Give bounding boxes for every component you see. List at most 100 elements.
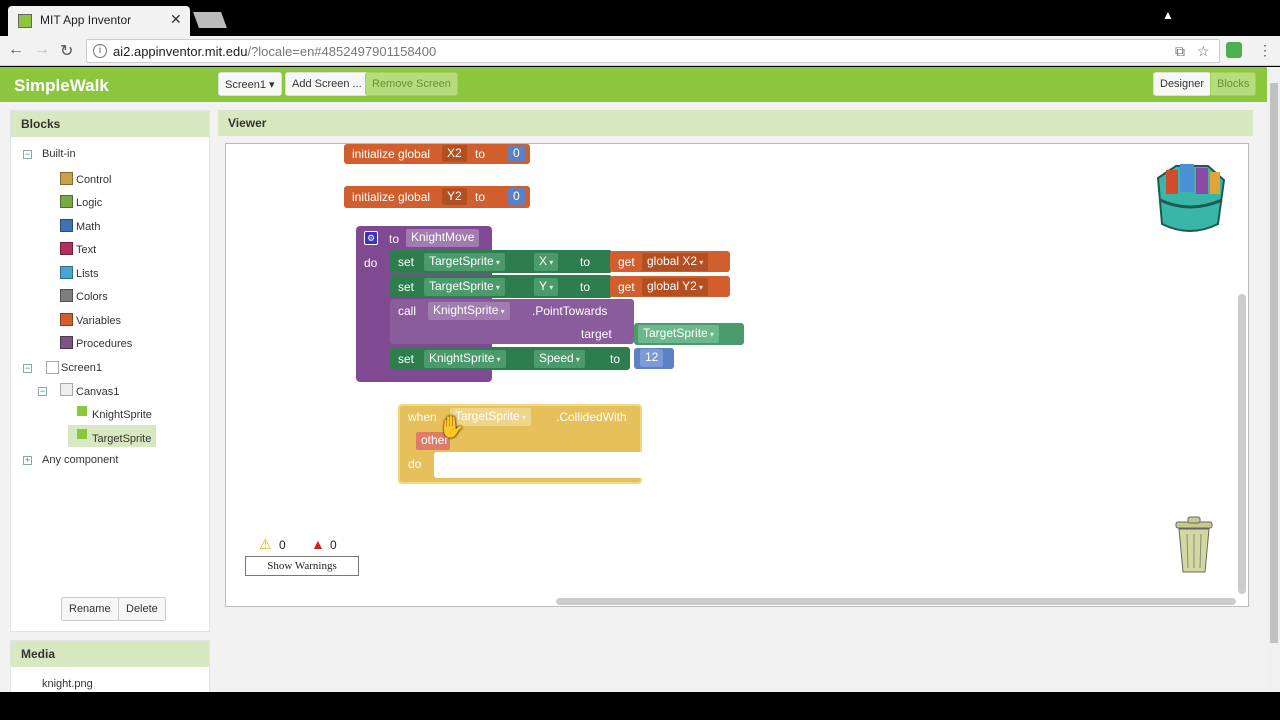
show-warnings-button[interactable]: Show Warnings (245, 556, 359, 576)
remove-screen-button[interactable]: Remove Screen (365, 72, 458, 96)
tree-math[interactable]: Math (76, 221, 100, 233)
property-dropdown[interactable]: X (534, 253, 559, 271)
tree-procedures[interactable]: Procedures (76, 338, 132, 350)
set-targetsprite-x-block[interactable]: set TargetSprite X to (390, 250, 612, 273)
target-arg-label: target (581, 327, 612, 341)
to-keyword: to (389, 232, 400, 246)
sprite-icon (77, 429, 87, 439)
address-bar[interactable]: i ai2.appinventor.mit.edu/?locale=en#485… (86, 39, 1220, 63)
rename-button[interactable]: Rename (61, 597, 119, 621)
media-panel-header: Media (11, 641, 209, 667)
set-targetsprite-y-block[interactable]: set TargetSprite Y to (390, 275, 612, 298)
browser-tab[interactable]: MIT App Inventor ✕ (8, 6, 190, 36)
to-keyword: to (475, 190, 486, 204)
gear-icon[interactable]: ⚙ (364, 231, 378, 245)
viewer-header: Viewer (218, 110, 1253, 136)
set-keyword: set (398, 255, 415, 269)
to-keyword: to (475, 147, 486, 161)
variable-dropdown[interactable]: global X2 (642, 253, 709, 271)
property-dropdown[interactable]: Y (534, 278, 559, 296)
add-screen-button[interactable]: Add Screen ... (285, 72, 369, 96)
screen-select-dropdown[interactable]: Screen1 ▾ (218, 72, 282, 96)
blocks-button[interactable]: Blocks (1210, 72, 1257, 96)
page-scrollbar-thumb[interactable] (1270, 83, 1278, 643)
site-info-icon[interactable]: i (93, 44, 107, 58)
warning-icon: ⚠ (259, 536, 272, 552)
bookmark-star-icon[interactable]: ☆ (1197, 43, 1210, 60)
forward-arrow-icon[interactable]: → (34, 41, 50, 59)
var-name-y2[interactable]: Y2 (442, 188, 467, 205)
component-dropdown[interactable]: TargetSprite (424, 278, 505, 296)
tree-colors[interactable]: Colors (76, 291, 108, 303)
event-name: .CollidedWith (556, 410, 627, 424)
init-global-x2-block[interactable]: initialize global X2 to 0 (344, 144, 530, 164)
number-value[interactable]: 12 (640, 349, 664, 367)
trash-can-icon[interactable] (1172, 516, 1216, 576)
reload-icon[interactable]: ↻ (60, 41, 73, 61)
property-dropdown[interactable]: Speed (534, 350, 585, 368)
math-swatch-icon (60, 219, 73, 232)
get-global-x2-block[interactable]: get global X2 (610, 251, 730, 272)
tree-text[interactable]: Text (76, 244, 96, 256)
tree-canvas1[interactable]: Canvas1 (76, 386, 119, 398)
new-tab-button[interactable] (193, 12, 227, 28)
init-keyword: initialize global (352, 147, 431, 161)
designer-button[interactable]: Designer (1153, 72, 1212, 96)
when-collidedwith-block[interactable]: when TargetSprite .CollidedWith other do (398, 404, 642, 484)
tree-targetsprite[interactable]: TargetSprite (92, 433, 151, 445)
user-profile-icon[interactable]: ▲ (1162, 8, 1174, 22)
tree-any-component[interactable]: Any component (42, 454, 118, 466)
page-scrollbar[interactable] (1267, 67, 1280, 692)
component-dropdown[interactable]: TargetSprite (424, 253, 505, 271)
procedure-name[interactable]: KnightMove (406, 229, 480, 247)
app-inventor-page: SimpleWalk Screen1 ▾ Add Screen ... Remo… (0, 67, 1267, 692)
do-keyword: do (408, 457, 422, 471)
collapse-screen-icon[interactable]: − (23, 364, 32, 373)
number-value[interactable]: 0 (508, 188, 525, 205)
get-global-y2-block[interactable]: get global Y2 (610, 276, 730, 297)
tree-builtin[interactable]: Built-in (42, 148, 76, 160)
var-name-x2[interactable]: X2 (442, 145, 467, 162)
translate-icon[interactable]: ⧉ (1175, 43, 1185, 60)
collapse-canvas-icon[interactable]: − (38, 387, 47, 396)
collapse-builtin-icon[interactable]: − (23, 150, 32, 159)
tree-logic[interactable]: Logic (76, 197, 102, 209)
bottom-black-bar (0, 692, 1280, 720)
browser-menu-icon[interactable]: ⋮ (1258, 42, 1272, 59)
init-global-y2-block[interactable]: initialize global Y2 to 0 (344, 186, 530, 208)
component-dropdown[interactable]: KnightSprite (424, 350, 506, 368)
component-dropdown[interactable]: TargetSprite (638, 325, 719, 343)
screen-icon (46, 361, 59, 374)
do-slot[interactable] (434, 452, 642, 478)
workspace-vertical-scrollbar[interactable] (1238, 294, 1246, 594)
do-keyword: do (364, 256, 378, 270)
media-file[interactable]: knight.png (42, 678, 93, 690)
extension-icon[interactable] (1226, 42, 1242, 58)
targetsprite-component-block[interactable]: TargetSprite (634, 323, 744, 345)
blocks-workspace[interactable]: initialize global X2 to 0 initialize glo… (225, 143, 1249, 607)
init-keyword: initialize global (352, 190, 431, 204)
backpack-icon[interactable] (1146, 156, 1232, 236)
expand-any-component-icon[interactable]: + (23, 456, 32, 465)
workspace-horizontal-scrollbar[interactable] (556, 598, 1236, 605)
control-swatch-icon (60, 172, 73, 185)
variable-dropdown[interactable]: global Y2 (642, 278, 709, 296)
get-keyword: get (618, 255, 635, 269)
number-12-block[interactable]: 12 (634, 348, 674, 369)
tab-close-icon[interactable]: ✕ (170, 11, 182, 28)
url-path: /?locale=en#4852497901158400 (247, 44, 437, 59)
tree-knightsprite[interactable]: KnightSprite (92, 409, 152, 421)
tree-control[interactable]: Control (76, 174, 111, 186)
delete-button[interactable]: Delete (118, 597, 166, 621)
tree-lists[interactable]: Lists (76, 268, 99, 280)
component-dropdown[interactable]: KnightSprite (428, 302, 510, 320)
tree-variables[interactable]: Variables (76, 315, 121, 327)
project-title: SimpleWalk (14, 76, 109, 95)
errors-count: 0 (330, 538, 337, 552)
tree-screen1[interactable]: Screen1 (61, 362, 102, 374)
procedures-swatch-icon (60, 336, 73, 349)
number-value[interactable]: 0 (508, 145, 525, 162)
back-arrow-icon[interactable]: ← (8, 41, 24, 59)
call-pointtowards-block[interactable]: call KnightSprite .PointTowards target (390, 299, 634, 344)
set-knightsprite-speed-block[interactable]: set KnightSprite Speed to (390, 347, 630, 370)
